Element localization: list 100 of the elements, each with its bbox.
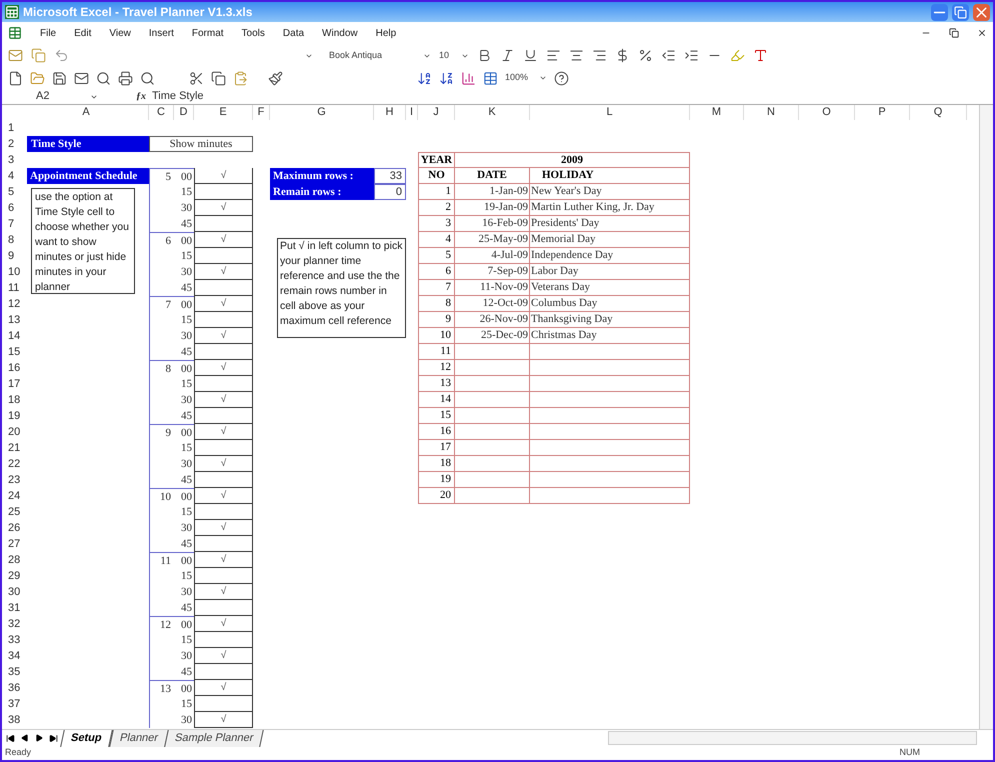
column-header: E	[194, 105, 253, 120]
table-cell: 7-Sep-09	[455, 264, 530, 280]
column-header: J	[418, 105, 455, 120]
column-header: K	[455, 105, 530, 120]
formula-field[interactable]: Time Style	[152, 88, 204, 105]
table-cell: Veterans Day	[530, 280, 690, 296]
search-icon[interactable]	[96, 70, 111, 86]
hour-cell: 13	[149, 680, 174, 728]
vertical-scrollbar[interactable]	[979, 105, 993, 729]
minute-cell: 00	[174, 552, 194, 568]
column-header: G	[270, 105, 374, 120]
save-icon[interactable]	[52, 70, 67, 86]
font-dropdown[interactable]: Book Antiqua	[321, 48, 431, 62]
column-heading: HOLIDAY	[530, 168, 690, 184]
align-center-icon[interactable]	[569, 48, 584, 63]
row-number: 2	[7, 137, 16, 152]
menu-item[interactable]: Insert	[148, 26, 174, 40]
sort-descending-icon[interactable]	[439, 70, 454, 86]
row-number: 14	[7, 329, 22, 344]
row-number: 1	[7, 121, 16, 136]
increase-indent-icon[interactable]	[684, 48, 699, 63]
menu-item[interactable]: Format	[192, 26, 224, 40]
percent-icon[interactable]	[638, 48, 653, 63]
underline-icon[interactable]	[523, 48, 538, 63]
table-cell: 5	[418, 248, 455, 264]
sheet-tab[interactable]: Planner	[108, 730, 168, 746]
menu-item[interactable]: Edit	[74, 26, 92, 40]
column-header: C	[149, 105, 174, 120]
cut-icon[interactable]	[189, 70, 204, 86]
tick-cell	[194, 440, 253, 456]
font-size-dropdown[interactable]: 10	[439, 48, 469, 62]
minute-cell-text: 45	[180, 409, 193, 424]
sheet-tab[interactable]: Sample Planner	[164, 730, 265, 746]
minute-cell-text: 30	[180, 457, 193, 472]
row-number: 20	[7, 425, 22, 440]
print-preview-icon[interactable]	[140, 70, 155, 86]
row-count-value: 33	[374, 168, 406, 184]
new-file-icon[interactable]	[8, 70, 23, 86]
align-right-icon[interactable]	[592, 48, 607, 63]
minute-cell-text: 45	[180, 601, 193, 616]
menu-item[interactable]: Tools	[242, 26, 265, 40]
minimize-icon[interactable]	[931, 4, 948, 20]
horizontal-scrollbar[interactable]	[608, 731, 977, 745]
align-left-icon[interactable]	[546, 48, 561, 63]
column-header: A	[24, 105, 149, 120]
year-value: 2009	[455, 152, 690, 168]
row-number: 5	[7, 185, 16, 200]
row-number: 27	[7, 537, 22, 552]
fill-color-icon[interactable]	[730, 48, 745, 63]
last-sheet-icon[interactable]	[49, 734, 58, 742]
italic-icon[interactable]	[500, 48, 515, 63]
minute-cell: 00	[174, 360, 194, 376]
decrease-indent-icon[interactable]	[661, 48, 676, 63]
name-box[interactable]: A2	[2, 88, 102, 105]
next-sheet-icon[interactable]	[35, 734, 43, 742]
caret-icon	[539, 74, 547, 82]
menu-item[interactable]: Window	[322, 26, 358, 40]
menu-item[interactable]: View	[109, 26, 131, 40]
chart-icon[interactable]	[461, 70, 476, 86]
minute-cell-text: 45	[180, 665, 193, 680]
function-icon[interactable]: ƒx	[136, 89, 146, 104]
tick-cell	[194, 248, 253, 264]
brush-icon[interactable]	[268, 70, 283, 86]
close-icon[interactable]	[977, 28, 987, 38]
first-sheet-icon[interactable]	[6, 734, 15, 742]
zoom-dropdown[interactable]: 100%	[505, 71, 547, 85]
menu-item[interactable]: Data	[282, 26, 304, 40]
tick-cell	[194, 568, 253, 584]
copy-icon[interactable]	[211, 70, 226, 86]
minute-cell-text: 30	[180, 265, 193, 280]
sort-ascending-icon[interactable]	[417, 70, 432, 86]
tick-cell: √	[194, 648, 253, 664]
row-number: 4	[7, 169, 16, 184]
sheet-tab[interactable]: Setup	[60, 730, 112, 746]
appointment-schedule-label: Appointment Schedule	[27, 168, 149, 184]
tick-cell	[194, 664, 253, 680]
minute-cell-text: 30	[180, 393, 193, 408]
num-lock-indicator: NUM	[900, 746, 920, 760]
row-number: 30	[7, 585, 22, 600]
note-text-box: Put √ in left column to pick your planner time reference and use the the remain rows number in cell above as your maximum cell reference	[277, 238, 406, 338]
tick-cell	[194, 280, 253, 296]
undo-icon[interactable]	[54, 48, 69, 63]
column-header: P	[855, 105, 910, 120]
minute-cell-text: 30	[180, 649, 193, 664]
menu-item[interactable]: File	[40, 26, 56, 40]
row-number: 16	[7, 361, 22, 376]
column-header: M	[690, 105, 744, 120]
help-icon[interactable]	[554, 70, 569, 86]
minute-cell: 00	[174, 488, 194, 504]
font-color-icon[interactable]	[753, 48, 768, 63]
row-number: 28	[7, 553, 22, 568]
previous-sheet-icon[interactable]	[21, 734, 29, 742]
menu-item[interactable]: Help	[376, 26, 396, 40]
restore-icon[interactable]	[949, 28, 959, 38]
printer-icon[interactable]	[118, 70, 133, 86]
tick-cell: √	[194, 328, 253, 344]
minute-cell-text: 15	[180, 697, 193, 712]
envelope-icon[interactable]	[74, 70, 89, 86]
open-folder-icon[interactable]	[30, 70, 45, 86]
minute-cell-text: 15	[180, 249, 193, 264]
